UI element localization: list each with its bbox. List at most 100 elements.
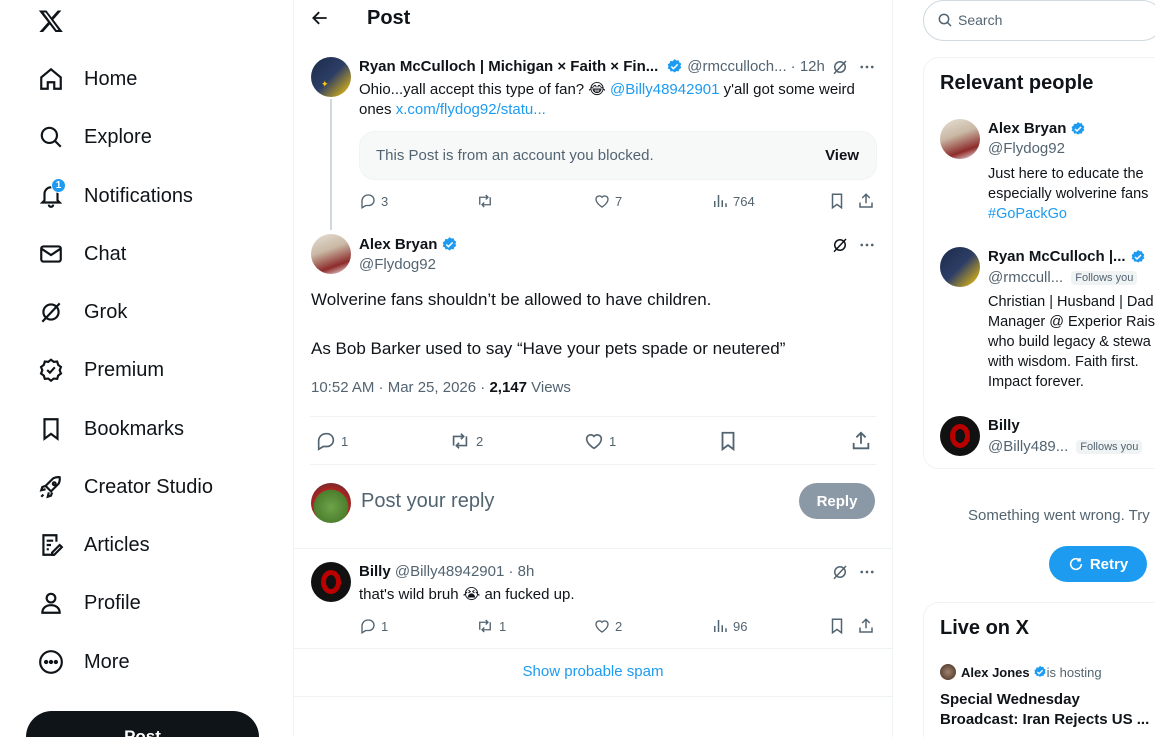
reply-count: 1 [381,618,389,634]
retry-button[interactable]: Retry [1049,546,1147,582]
like-action[interactable]: 7 [593,192,622,210]
person-handle[interactable]: @Billy489... [988,438,1068,455]
heart-icon [585,434,603,450]
avatar[interactable] [311,234,351,274]
share-icon[interactable] [850,430,872,452]
x-logo-icon[interactable] [38,8,66,36]
search-input[interactable]: Search [958,12,1002,28]
grok-icon[interactable] [831,58,849,76]
views-action[interactable]: 764 [711,192,755,210]
mention-link[interactable]: @Billy48942901 [610,81,719,98]
avatar[interactable] [311,562,351,602]
error-message: Something went wrong. Try [968,507,1150,524]
more-icon[interactable] [858,58,876,76]
nav-articles[interactable]: Articles [38,525,150,565]
author-name[interactable]: Alex Bryan [359,236,437,253]
search-icon [937,12,953,28]
nav-premium[interactable]: Premium [38,350,164,390]
live-title[interactable]: Special Wednesday Broadcast: Iran Reject… [940,690,1149,730]
divider [294,548,892,549]
post-text: that's wild bruh 😭 an fucked up. [359,586,575,603]
follows-you-badge: Follows you [1076,439,1143,454]
person-handle[interactable]: @Flydog92 [988,140,1065,157]
grok-icon [38,299,64,325]
author-name[interactable]: Billy [359,563,391,580]
nav-profile[interactable]: Profile [38,583,141,623]
analytics-icon [714,620,727,632]
post-button[interactable]: Post [26,711,259,737]
person-name[interactable]: Alex Bryan [988,120,1066,137]
more-icon[interactable] [858,563,876,581]
author-name[interactable]: Ryan McCulloch | Michigan × Faith × Fin.… [359,58,658,75]
grok-icon[interactable] [831,236,849,254]
divider [294,648,892,649]
repost-action[interactable] [475,192,499,210]
hashtag-link[interactable]: #GoPackGo [988,204,1148,224]
person-icon [38,590,64,616]
nav-creator-studio[interactable]: Creator Studio [38,467,213,507]
repost-action[interactable]: 1 [475,617,506,635]
verified-icon [666,58,683,75]
more-circle-icon [38,649,64,675]
nav-explore[interactable]: Explore [38,117,152,157]
reply-action[interactable]: 3 [359,192,388,210]
status-link[interactable]: x.com/flydog92/statu... [396,101,546,118]
back-arrow-icon[interactable] [310,8,332,30]
post-time[interactable]: · 8h [509,563,535,580]
grok-icon[interactable] [831,563,849,581]
nav-more[interactable]: More [38,642,130,682]
person-name[interactable]: Ryan McCulloch |... [988,248,1126,265]
share-icon[interactable] [857,192,875,210]
reply-action[interactable]: 1 [359,617,388,635]
reply-count: 1 [341,433,349,449]
bookmark-icon[interactable] [828,192,846,210]
avatar[interactable] [940,416,980,456]
reply-action[interactable]: 1 [315,430,348,452]
nav-notifications[interactable]: 1 Notifications [38,176,193,216]
reply-button[interactable]: Reply [799,483,875,519]
live-title-line: Special Wednesday [940,691,1080,708]
hosting-label: is hosting [1046,664,1102,680]
views-action[interactable]: 96 [711,617,747,635]
show-probable-spam-link[interactable]: Show probable spam [294,663,892,680]
person-handle[interactable]: @rmccull... [988,269,1063,286]
live-on-x-card: Live on X Alex Jones is hosting Special … [923,602,1155,737]
avatar [311,483,351,523]
like-action[interactable]: 1 [583,430,616,452]
nav-grok[interactable]: Grok [38,292,127,332]
bookmark-icon[interactable] [717,430,739,452]
post-timestamp[interactable]: 10:52 AM · Mar 25, 2026 · [311,379,489,396]
nav-chat[interactable]: Chat [38,234,126,274]
more-icon[interactable] [858,236,876,254]
verified-icon [1070,121,1086,137]
avatar[interactable] [940,664,956,680]
share-icon[interactable] [857,617,875,635]
author-handle[interactable]: @rmcculloch... [687,58,786,75]
reply-input[interactable]: Post your reply [361,490,494,513]
author-handle[interactable]: @Billy48942901 [395,563,504,580]
avatar[interactable] [940,247,980,287]
nav-label: Chat [84,242,127,265]
search-box[interactable]: Search [923,0,1155,41]
bell-icon: 1 [38,178,66,209]
avatar[interactable]: ✦ [311,57,351,97]
person-name[interactable]: Billy [988,417,1020,434]
post-time[interactable]: · 12h [791,58,825,75]
mail-icon [38,241,64,267]
view-button[interactable]: View [825,147,859,164]
like-action[interactable]: 2 [593,617,622,635]
bookmark-icon[interactable] [828,617,846,635]
author-handle[interactable]: @Flydog92 [359,256,436,273]
like-count: 1 [609,433,617,449]
block-o-logo-icon [950,424,970,448]
nav-bookmarks[interactable]: Bookmarks [38,409,184,449]
reply-count: 3 [381,193,389,209]
bio-line: Just here to educate the [988,166,1144,182]
nav-home[interactable]: Home [38,59,137,99]
refresh-icon [1068,556,1084,572]
repost-action[interactable]: 2 [448,430,483,452]
avatar[interactable] [940,119,980,159]
nav-label: Profile [84,591,141,614]
host-name[interactable]: Alex Jones [961,665,1030,680]
person-name-row: Ryan McCulloch |... [988,248,1146,265]
